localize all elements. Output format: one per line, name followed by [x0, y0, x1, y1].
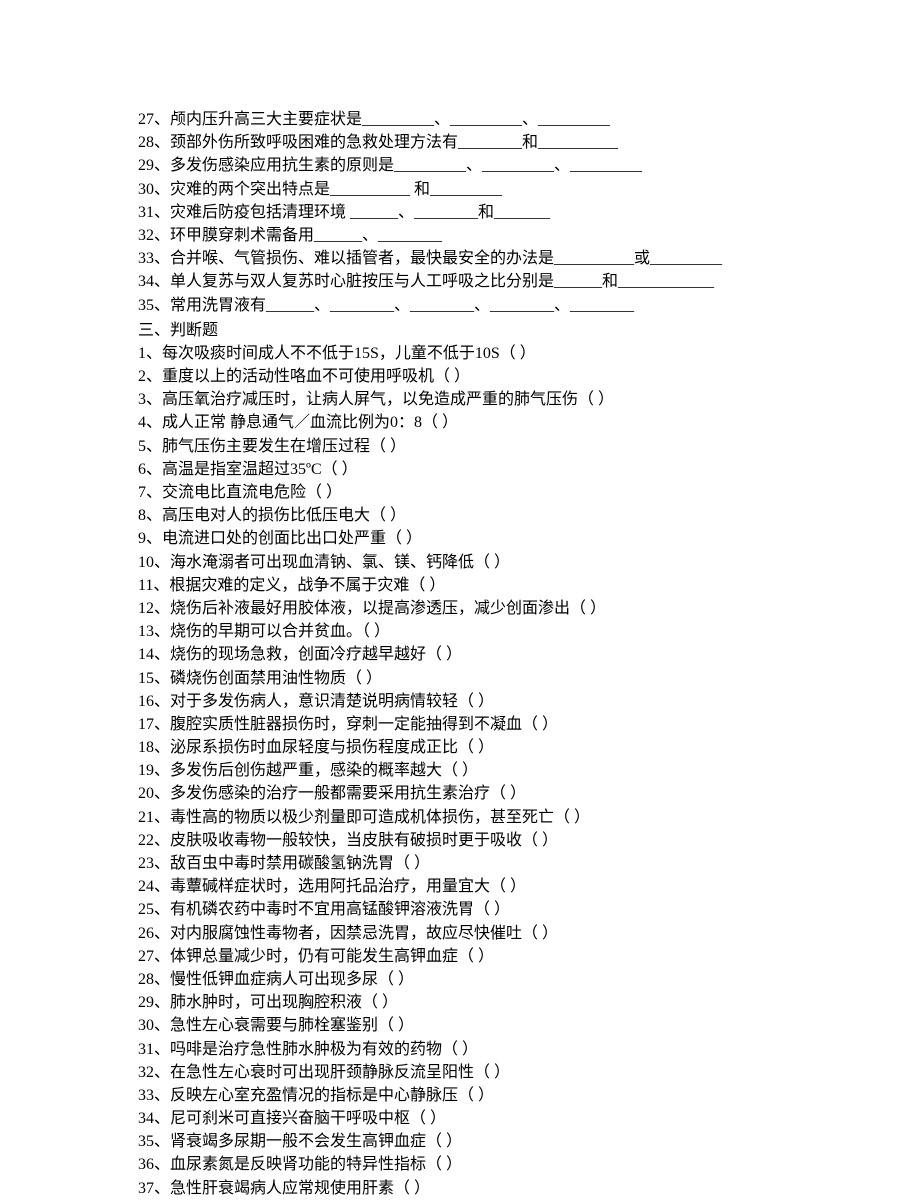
judge-q17: 17、腹腔实质性脏器损伤时，穿刺一定能抽得到不凝血（ ） [138, 713, 850, 736]
judge-q32: 32、在急性左心衰时可出现肝颈静脉反流呈阳性（ ） [138, 1061, 850, 1084]
judge-q11: 11、根据灾难的定义，战争不属于灾难（ ） [138, 574, 850, 597]
judge-q8: 8、高压电对人的损伤比低压电大（ ） [138, 504, 850, 527]
judge-q28: 28、慢性低钾血症病人可出现多尿（ ） [138, 968, 850, 991]
fill-in-q35: 35、常用洗胃液有______、________、________、______… [138, 294, 850, 317]
judge-q27: 27、体钾总量减少时，仍有可能发生高钾血症（ ） [138, 945, 850, 968]
judge-q4: 4、成人正常 静息通气／血流比例为0：8（ ） [138, 411, 850, 434]
judge-q30: 30、急性左心衰需要与肺栓塞鉴别（ ） [138, 1014, 850, 1037]
judge-q29: 29、肺水肿时，可出现胸腔积液（ ） [138, 991, 850, 1014]
judge-q16: 16、对于多发伤病人，意识清楚说明病情较轻（ ） [138, 690, 850, 713]
judge-q22: 22、皮肤吸收毒物一般较快，当皮肤有破损时更于吸收（ ） [138, 829, 850, 852]
judge-q25: 25、有机磷农药中毒时不宜用高锰酸钾溶液洗胃（ ） [138, 898, 850, 921]
judge-q37: 37、急性肝衰竭病人应常规使用肝素（ ） [138, 1177, 850, 1200]
fill-in-q27: 27、颅内压升高三大主要症状是_________、_________、_____… [138, 108, 850, 131]
fill-in-q33: 33、合并喉、气管损伤、难以插管者，最快最安全的办法是__________或__… [138, 247, 850, 270]
judge-q31: 31、吗啡是治疗急性肺水肿极为有效的药物（ ） [138, 1038, 850, 1061]
fill-in-q28: 28、颈部外伤所致呼吸困难的急救处理方法有________和__________ [138, 131, 850, 154]
judge-q10: 10、海水淹溺者可出现血清钠、氯、镁、钙降低（ ） [138, 551, 850, 574]
judge-q14: 14、烧伤的现场急救，创面冷疗越早越好（ ） [138, 643, 850, 666]
fill-in-q30: 30、灾难的两个突出特点是__________ 和_________ [138, 178, 850, 201]
judge-q18: 18、泌尿系损伤时血尿轻度与损伤程度成正比（ ） [138, 736, 850, 759]
judge-q7: 7、交流电比直流电危险（ ） [138, 481, 850, 504]
judge-q5: 5、肺气压伤主要发生在增压过程（ ） [138, 435, 850, 458]
judge-q12: 12、烧伤后补液最好用胶体液，以提高渗透压，减少创面渗出（ ） [138, 597, 850, 620]
judge-q23: 23、敌百虫中毒时禁用碳酸氢钠洗胃（ ） [138, 852, 850, 875]
judge-q20: 20、多发伤感染的治疗一般都需要采用抗生素治疗（ ） [138, 782, 850, 805]
fill-in-q34: 34、单人复苏与双人复苏时心脏按压与人工呼吸之比分别是______和______… [138, 270, 850, 293]
fill-in-q31: 31、灾难后防疫包括清理环境 ______、________和_______ [138, 201, 850, 224]
judge-q26: 26、对内服腐蚀性毒物者，因禁忌洗胃，故应尽快催吐（ ） [138, 922, 850, 945]
fill-in-q32: 32、环甲膜穿刺术需备用______、________ [138, 224, 850, 247]
judge-q2: 2、重度以上的活动性咯血不可使用呼吸机（ ） [138, 365, 850, 388]
judge-q21: 21、毒性高的物质以极少剂量即可造成机体损伤，甚至死亡（ ） [138, 806, 850, 829]
judge-q6: 6、高温是指室温超过35ºC（ ） [138, 458, 850, 481]
judge-q36: 36、血尿素氮是反映肾功能的特异性指标（ ） [138, 1153, 850, 1176]
judge-q1: 1、每次吸痰时间成人不不低于15S，儿童不低于10S（ ） [138, 342, 850, 365]
judge-q19: 19、多发伤后创伤越严重，感染的概率越大（ ） [138, 759, 850, 782]
judge-q33: 33、反映左心室充盈情况的指标是中心静脉压（ ） [138, 1084, 850, 1107]
judge-q34: 34、尼可刹米可直接兴奋脑干呼吸中枢（ ） [138, 1107, 850, 1130]
judge-q24: 24、毒蕈碱样症状时，选用阿托品治疗，用量宜大（ ） [138, 875, 850, 898]
judge-q13: 13、烧伤的早期可以合并贫血。（ ） [138, 620, 850, 643]
fill-in-q29: 29、多发伤感染应用抗生素的原则是_________、_________、___… [138, 154, 850, 177]
judge-q3: 3、高压氧治疗减压时，让病人屏气，以免造成严重的肺气压伤（ ） [138, 388, 850, 411]
section-3-title: 三、判断题 [138, 319, 850, 342]
judge-q9: 9、电流进口处的创面比出口处严重（ ） [138, 527, 850, 550]
judge-q35: 35、肾衰竭多尿期一般不会发生高钾血症（ ） [138, 1130, 850, 1153]
judge-q15: 15、磷烧伤创面禁用油性物质（ ） [138, 667, 850, 690]
